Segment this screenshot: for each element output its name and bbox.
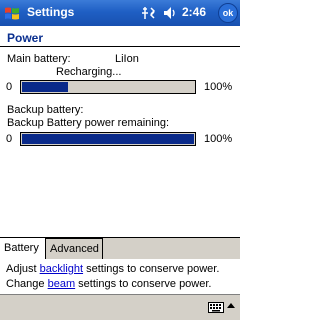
backlight-hint-pre: Adjust (6, 263, 40, 275)
backlight-hint: Adjust backlight settings to conserve po… (6, 263, 219, 275)
connectivity-icon[interactable] (142, 5, 182, 21)
main-battery-fill (22, 82, 68, 92)
backup-bar-min-label: 0 (6, 133, 13, 145)
beam-link[interactable]: beam (48, 278, 76, 290)
input-menu-arrow-icon[interactable] (227, 301, 235, 311)
menu-bar (0, 294, 240, 320)
clock[interactable]: 2:46 (182, 5, 206, 19)
title-bar: Settings 2:46 ok (0, 0, 240, 26)
tab-advanced[interactable]: Advanced (46, 238, 103, 259)
backup-battery-label: Backup battery: (7, 104, 84, 116)
beam-hint: Change beam settings to conserve power. (6, 278, 211, 290)
main-bar-min-label: 0 (6, 81, 13, 93)
windows-start-icon[interactable] (3, 4, 21, 22)
beam-hint-post: settings to conserve power. (75, 278, 212, 290)
window-title: Settings (27, 5, 75, 19)
beam-hint-pre: Change (6, 278, 48, 290)
page-title: Power (7, 31, 44, 45)
tab-battery[interactable]: Battery (0, 238, 46, 259)
main-battery-progress (20, 80, 196, 94)
keyboard-icon[interactable] (208, 302, 224, 313)
main-battery-type: LiIon (115, 53, 139, 65)
backup-battery-progress (20, 132, 196, 146)
main-bar-max-label: 100% (204, 81, 233, 93)
backup-battery-fill (22, 134, 194, 144)
backlight-link[interactable]: backlight (40, 263, 83, 275)
main-battery-status: Recharging... (56, 66, 122, 78)
backup-battery-remaining-label: Backup Battery power remaining: (7, 117, 170, 129)
tab-strip: Battery Advanced (0, 237, 240, 259)
volume-icon[interactable] (164, 7, 175, 19)
ok-button[interactable]: ok (218, 3, 238, 23)
backup-bar-max-label: 100% (204, 133, 233, 145)
heading-divider (0, 46, 240, 47)
main-battery-label: Main battery: (7, 53, 71, 65)
backlight-hint-post: settings to conserve power. (83, 263, 220, 275)
